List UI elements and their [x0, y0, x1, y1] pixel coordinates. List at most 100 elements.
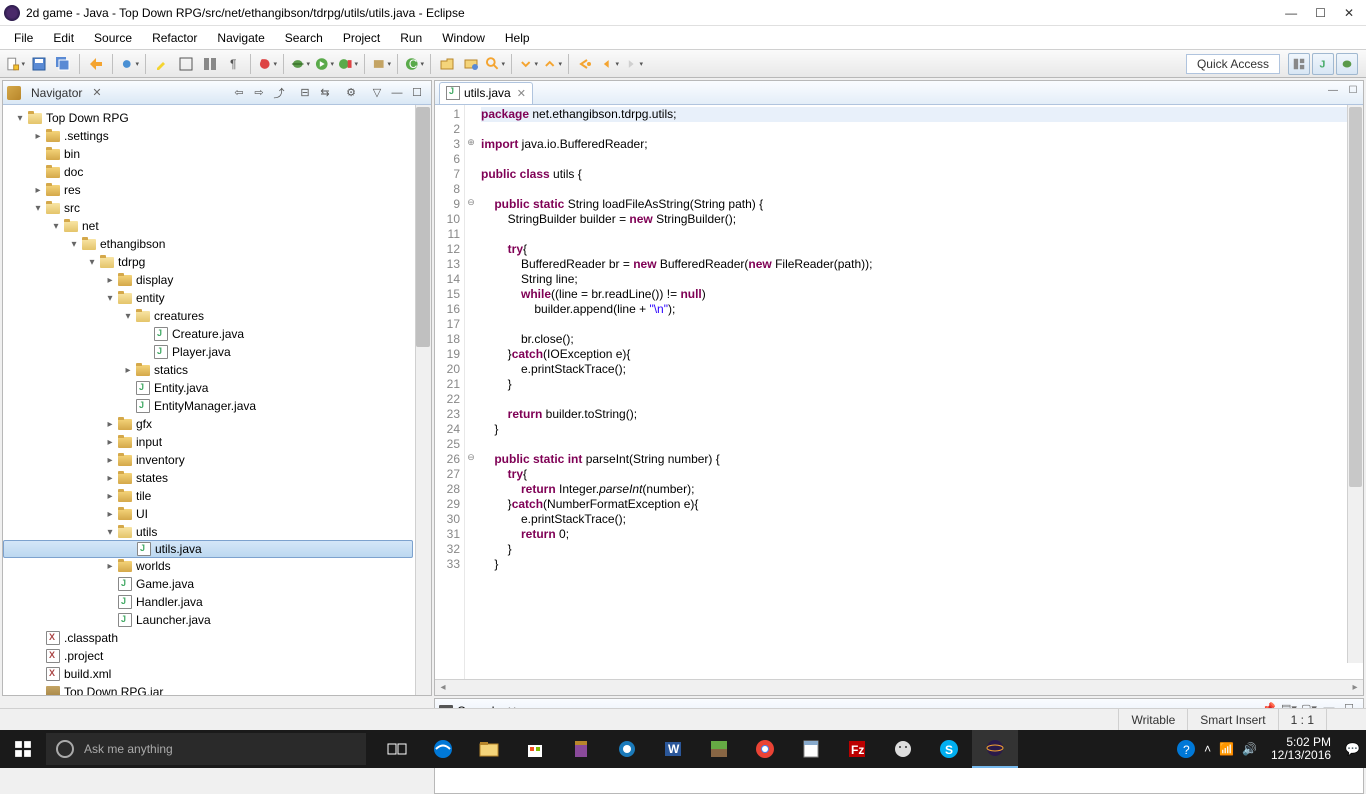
notifications-icon[interactable]: 💬 — [1345, 742, 1360, 756]
explorer-icon[interactable] — [466, 730, 512, 768]
eclipse-taskbar-icon[interactable] — [972, 730, 1018, 768]
forward-button[interactable] — [622, 53, 644, 75]
editor-maximize-icon[interactable]: ☐ — [1345, 85, 1361, 101]
cortana-search[interactable]: Ask me anything — [46, 733, 366, 765]
store-icon[interactable] — [512, 730, 558, 768]
new-button[interactable] — [4, 53, 26, 75]
open-perspective-button[interactable] — [1288, 53, 1310, 75]
tree-item[interactable]: utils.java — [3, 540, 413, 558]
tree-item[interactable]: Top Down RPG.jar — [3, 683, 431, 695]
editor-minimize-icon[interactable]: — — [1325, 85, 1341, 101]
minimize-button[interactable]: — — [1285, 6, 1297, 20]
tree-item[interactable]: ▾creatures — [3, 307, 431, 325]
maximize-view-icon[interactable]: ☐ — [408, 84, 426, 102]
menu-edit[interactable]: Edit — [45, 29, 82, 47]
tree-item[interactable]: .classpath — [3, 629, 431, 647]
ant-button[interactable] — [256, 53, 278, 75]
start-button[interactable] — [0, 730, 46, 768]
minecraft-icon[interactable] — [696, 730, 742, 768]
tree-item[interactable]: Handler.java — [3, 593, 431, 611]
tree-item[interactable]: ▸input — [3, 433, 431, 451]
clock[interactable]: 5:02 PM 12/13/2016 — [1265, 736, 1337, 762]
chrome-icon[interactable] — [742, 730, 788, 768]
navigator-close-icon[interactable]: ✕ — [92, 86, 101, 99]
tree-item[interactable]: ▾Top Down RPG — [3, 109, 431, 127]
view-menu-icon[interactable]: ▽ — [368, 84, 386, 102]
last-edit-button[interactable] — [574, 53, 596, 75]
editor-vscrollbar[interactable] — [1347, 105, 1363, 663]
show-whitespace-button[interactable]: ¶ — [223, 53, 245, 75]
tree-item[interactable]: ▸res — [3, 181, 431, 199]
nav-forward-icon[interactable]: ⇨ — [250, 84, 268, 102]
menu-search[interactable]: Search — [277, 29, 331, 47]
navigator-tree[interactable]: ▾Top Down RPG▸.settingsbindoc▸res▾src▾ne… — [3, 105, 431, 695]
tree-item[interactable]: Launcher.java — [3, 611, 431, 629]
open-task-button[interactable] — [460, 53, 482, 75]
tree-item[interactable]: ▾ethangibson — [3, 235, 431, 253]
run-last-button[interactable] — [337, 53, 359, 75]
save-all-button[interactable] — [52, 53, 74, 75]
code-editor[interactable]: 1236789101112131415161718192021222324252… — [435, 105, 1363, 679]
filter-icon[interactable]: ⚙ — [342, 84, 360, 102]
word-icon[interactable]: W — [650, 730, 696, 768]
tree-item[interactable]: Entity.java — [3, 379, 431, 397]
back-button[interactable] — [598, 53, 620, 75]
tree-item[interactable]: ▸display — [3, 271, 431, 289]
menu-file[interactable]: File — [6, 29, 41, 47]
system-tray[interactable]: ? ˄ 📶 🔊 5:02 PM 12/13/2016 💬 — [1176, 736, 1366, 762]
tree-item[interactable]: ▾tdrpg — [3, 253, 431, 271]
run-button[interactable] — [313, 53, 335, 75]
tree-item[interactable]: ▾entity — [3, 289, 431, 307]
tree-item[interactable]: ▸inventory — [3, 451, 431, 469]
java-perspective-button[interactable]: J — [1312, 53, 1334, 75]
editor-tab[interactable]: utils.java ✕ — [439, 82, 533, 104]
edge-icon[interactable] — [420, 730, 466, 768]
prev-annotation-button[interactable] — [541, 53, 563, 75]
debug-button[interactable] — [289, 53, 311, 75]
close-button[interactable]: ✕ — [1344, 6, 1354, 20]
toggle-breadcrumb-button[interactable] — [85, 53, 107, 75]
tree-item[interactable]: bin — [3, 145, 431, 163]
tree-item[interactable]: EntityManager.java — [3, 397, 431, 415]
winrar-icon[interactable] — [558, 730, 604, 768]
network-icon[interactable]: 📶 — [1219, 742, 1234, 756]
menu-window[interactable]: Window — [434, 29, 493, 47]
notepad-icon[interactable] — [788, 730, 834, 768]
menu-refactor[interactable]: Refactor — [144, 29, 205, 47]
save-button[interactable] — [28, 53, 50, 75]
menu-help[interactable]: Help — [497, 29, 538, 47]
mark-occurrences-button[interactable] — [199, 53, 221, 75]
tree-item[interactable]: ▾src — [3, 199, 431, 217]
fold-column[interactable]: ⊕⊖⊖ — [465, 105, 477, 679]
navigator-tab[interactable]: Navigator — [25, 84, 88, 102]
quick-access-input[interactable]: Quick Access — [1186, 54, 1280, 74]
tree-item[interactable]: ▸statics — [3, 361, 431, 379]
task-view-icon[interactable] — [374, 730, 420, 768]
tree-item[interactable]: .project — [3, 647, 431, 665]
tree-item[interactable]: ▾utils — [3, 523, 431, 541]
debug-perspective-button[interactable] — [1336, 53, 1358, 75]
tree-item[interactable]: ▸worlds — [3, 557, 431, 575]
github-icon[interactable] — [880, 730, 926, 768]
nav-up-icon[interactable]: ⤴ — [270, 84, 288, 102]
tree-scrollbar[interactable] — [415, 105, 431, 695]
menu-run[interactable]: Run — [392, 29, 430, 47]
tree-item[interactable]: build.xml — [3, 665, 431, 683]
menu-project[interactable]: Project — [335, 29, 388, 47]
menu-source[interactable]: Source — [86, 29, 140, 47]
tree-item[interactable]: Creature.java — [3, 325, 431, 343]
tray-chevron-icon[interactable]: ˄ — [1204, 742, 1211, 756]
nav-back-icon[interactable]: ⇦ — [230, 84, 248, 102]
tree-item[interactable]: ▸gfx — [3, 415, 431, 433]
debug-breakpoint-button[interactable] — [118, 53, 140, 75]
tree-item[interactable]: ▾net — [3, 217, 431, 235]
tree-item[interactable]: doc — [3, 163, 431, 181]
maximize-button[interactable]: ☐ — [1315, 6, 1326, 20]
editor-tab-close-icon[interactable]: ✕ — [517, 87, 526, 100]
help-tray-icon[interactable]: ? — [1176, 739, 1196, 759]
new-class-button[interactable]: C — [403, 53, 425, 75]
tree-item[interactable]: Player.java — [3, 343, 431, 361]
link-editor-icon[interactable]: ⇆ — [316, 84, 334, 102]
tree-item[interactable]: ▸.settings — [3, 127, 431, 145]
filezilla-icon[interactable]: Fz — [834, 730, 880, 768]
